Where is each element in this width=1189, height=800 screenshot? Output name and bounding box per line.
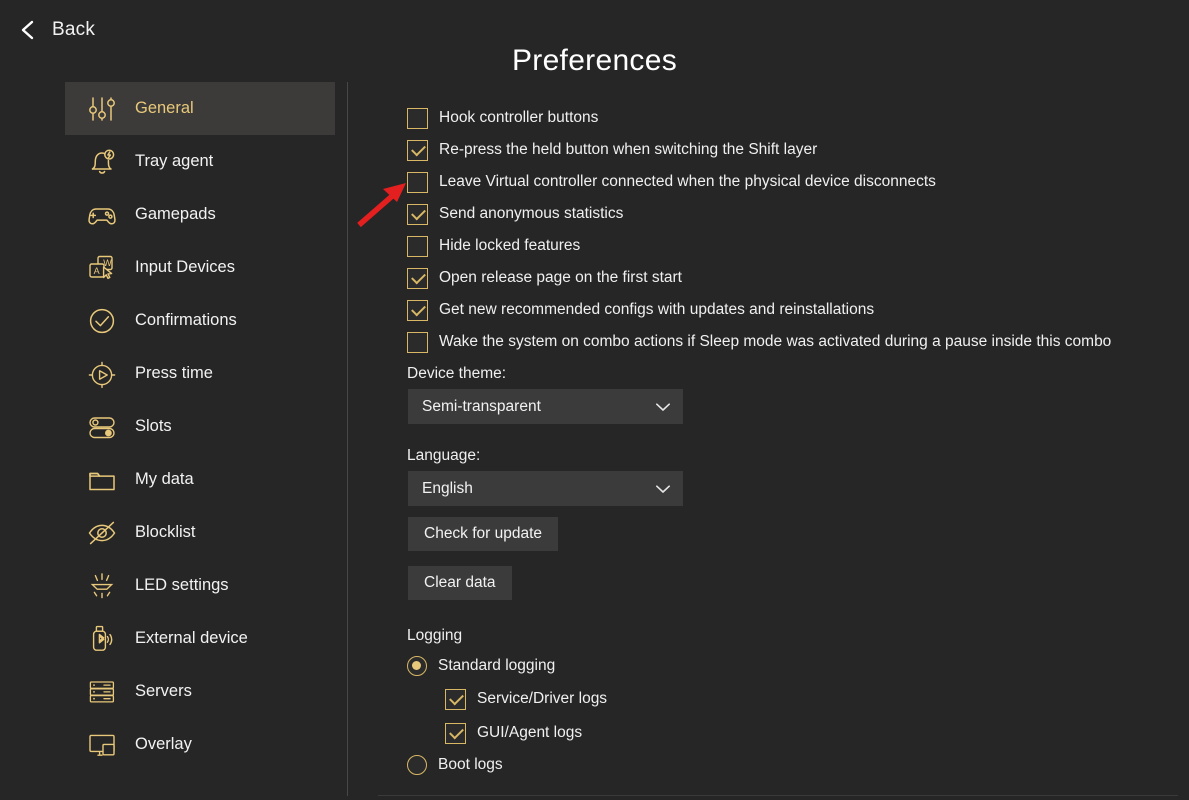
sidebar-item-my-data[interactable]: My data xyxy=(65,453,335,506)
device-theme-label: Device theme: xyxy=(407,365,507,382)
device-theme-select[interactable]: Semi-transparent xyxy=(408,389,683,424)
checkbox-box[interactable] xyxy=(407,203,428,225)
checkbox-box[interactable] xyxy=(407,107,428,129)
checkbox-label: Re-press the held button when switching … xyxy=(439,141,818,159)
folder-icon xyxy=(85,463,119,497)
eye-slash-icon xyxy=(85,516,119,550)
svg-text:A: A xyxy=(94,266,100,276)
servers-icon xyxy=(85,675,119,709)
device-theme-value: Semi-transparent xyxy=(422,397,541,415)
checkbox-label: Service/Driver logs xyxy=(477,690,608,708)
led-light-icon xyxy=(85,569,119,603)
sidebar-item-external-device[interactable]: External device xyxy=(65,612,335,665)
settings-panel: Hook controller buttons Re-press the hel… xyxy=(348,82,1189,800)
radio-button[interactable] xyxy=(407,755,427,775)
checkbox-label: Hook controller buttons xyxy=(439,109,599,127)
checkbox-box[interactable] xyxy=(407,299,428,321)
gamepad-icon xyxy=(85,198,119,232)
chevron-left-icon xyxy=(18,18,38,42)
sidebar-item-led-settings[interactable]: LED settings xyxy=(65,559,335,612)
sidebar-item-label: Confirmations xyxy=(135,311,237,329)
sidebar-item-slots[interactable]: Slots xyxy=(65,400,335,453)
check-circle-icon xyxy=(85,304,119,338)
toggles-icon xyxy=(85,410,119,444)
preferences-window: Back Preferences General Tray agent Game… xyxy=(0,0,1189,800)
checkbox-leave-virtual-controller-connected[interactable]: Leave Virtual controller connected when … xyxy=(407,170,936,194)
sidebar-item-label: Gamepads xyxy=(135,205,216,223)
top-bar: Back xyxy=(0,0,1189,60)
bottom-divider xyxy=(378,795,1178,796)
chevron-down-icon xyxy=(655,402,671,412)
logging-heading: Logging xyxy=(407,627,463,644)
radio-button[interactable] xyxy=(407,656,427,676)
sidebar-item-label: General xyxy=(135,99,194,117)
radio-label: Standard logging xyxy=(438,657,556,675)
sidebar-item-press-time[interactable]: Press time xyxy=(65,347,335,400)
checkbox-wake-system-on-combo-actions[interactable]: Wake the system on combo actions if Slee… xyxy=(407,330,1111,354)
back-button[interactable]: Back xyxy=(10,14,103,46)
checkbox-get-new-recommended-configs[interactable]: Get new recommended configs with updates… xyxy=(407,298,874,322)
language-value: English xyxy=(422,479,473,497)
checkbox-label: GUI/Agent logs xyxy=(477,724,583,742)
back-label: Back xyxy=(52,19,96,40)
checkbox-label: Open release page on the first start xyxy=(439,269,682,287)
checkbox-hide-locked-features[interactable]: Hide locked features xyxy=(407,234,580,258)
checkbox-send-anonymous-statistics[interactable]: Send anonymous statistics xyxy=(407,202,623,226)
sidebar-item-label: LED settings xyxy=(135,576,229,594)
sidebar-item-label: Blocklist xyxy=(135,523,196,541)
checkbox-service-driver-logs[interactable]: Service/Driver logs xyxy=(445,687,607,711)
sidebar-item-overlay[interactable]: Overlay xyxy=(65,718,335,771)
checkbox-box[interactable] xyxy=(407,331,428,353)
sidebar-item-label: Tray agent xyxy=(135,152,214,170)
sidebar: General Tray agent Gamepads W A Input De… xyxy=(0,82,347,800)
checkbox-re-press-held-button[interactable]: Re-press the held button when switching … xyxy=(407,138,817,162)
sidebar-item-label: Slots xyxy=(135,417,172,435)
sidebar-item-label: Input Devices xyxy=(135,258,235,276)
keyboard-mouse-icon: W A xyxy=(85,251,119,285)
sidebar-item-label: Press time xyxy=(135,364,213,382)
sidebar-item-label: My data xyxy=(135,470,194,488)
chevron-down-icon xyxy=(655,484,671,494)
radio-label: Boot logs xyxy=(438,756,503,774)
checkbox-box[interactable] xyxy=(407,139,428,161)
bell-bolt-icon xyxy=(85,145,119,179)
sidebar-item-blocklist[interactable]: Blocklist xyxy=(65,506,335,559)
checkbox-box[interactable] xyxy=(445,722,466,744)
checkbox-box[interactable] xyxy=(445,688,466,710)
sidebar-item-confirmations[interactable]: Confirmations xyxy=(65,294,335,347)
sidebar-item-gamepads[interactable]: Gamepads xyxy=(65,188,335,241)
check-for-update-button[interactable]: Check for update xyxy=(408,517,559,551)
radio-boot-logs[interactable]: Boot logs xyxy=(407,753,503,777)
checkbox-box[interactable] xyxy=(407,235,428,257)
sidebar-item-label: Servers xyxy=(135,682,192,700)
checkbox-label: Get new recommended configs with updates… xyxy=(439,301,875,319)
radio-standard-logging[interactable]: Standard logging xyxy=(407,654,555,678)
checkbox-open-release-page[interactable]: Open release page on the first start xyxy=(407,266,682,290)
checkbox-hook-controller-buttons[interactable]: Hook controller buttons xyxy=(407,106,598,130)
sliders-icon xyxy=(85,92,119,126)
usb-bluetooth-icon xyxy=(85,622,119,656)
overlay-monitor-icon xyxy=(85,728,119,762)
sidebar-item-label: External device xyxy=(135,629,248,647)
checkbox-box[interactable] xyxy=(407,171,428,193)
sidebar-item-label: Overlay xyxy=(135,735,192,753)
language-select[interactable]: English xyxy=(408,471,683,506)
sidebar-item-tray-agent[interactable]: Tray agent xyxy=(65,135,335,188)
sidebar-item-input-devices[interactable]: W A Input Devices xyxy=(65,241,335,294)
checkbox-label: Wake the system on combo actions if Slee… xyxy=(439,333,1112,351)
language-label: Language: xyxy=(407,447,481,464)
sidebar-item-general[interactable]: General xyxy=(65,82,335,135)
checkbox-box[interactable] xyxy=(407,267,428,289)
checkbox-label: Send anonymous statistics xyxy=(439,205,624,223)
checkbox-label: Leave Virtual controller connected when … xyxy=(439,173,936,191)
checkbox-label: Hide locked features xyxy=(439,237,581,255)
stopwatch-play-icon xyxy=(85,357,119,391)
clear-data-button[interactable]: Clear data xyxy=(408,566,512,600)
checkbox-gui-agent-logs[interactable]: GUI/Agent logs xyxy=(445,721,582,745)
sidebar-item-servers[interactable]: Servers xyxy=(65,665,335,718)
